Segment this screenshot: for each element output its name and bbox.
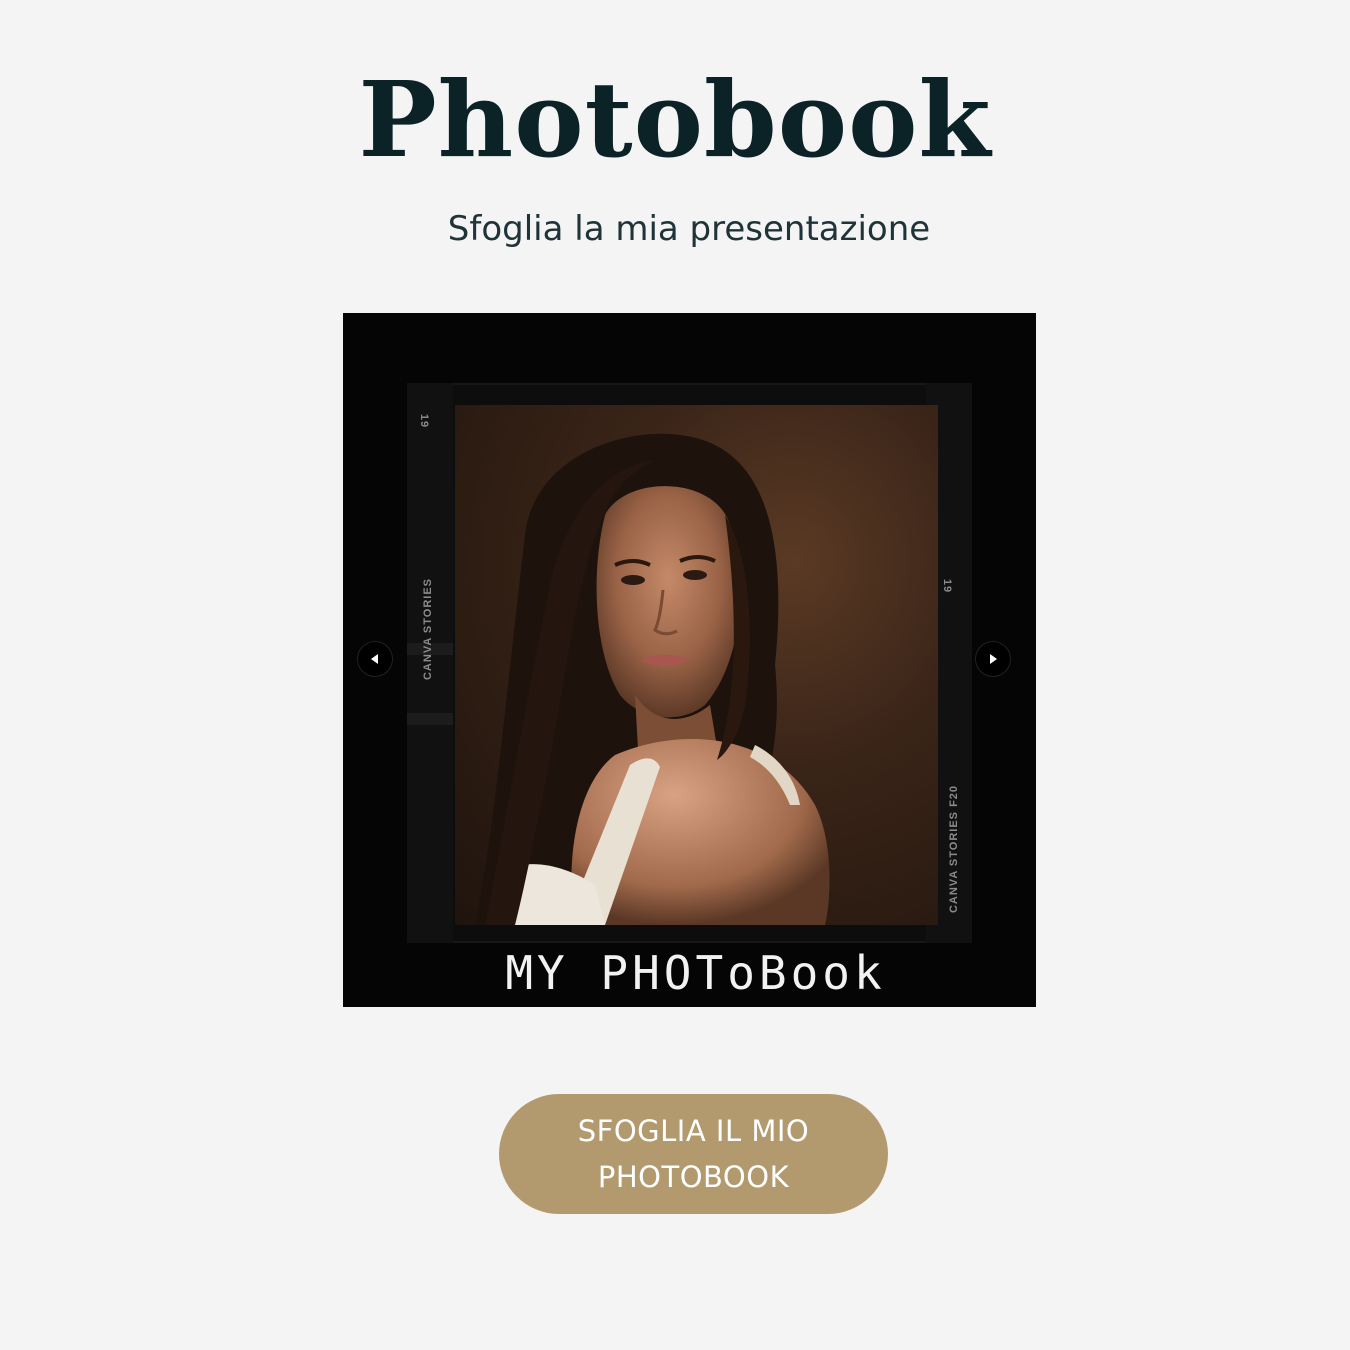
slide-caption: MY PHOToBook	[505, 946, 886, 1000]
film-frame-number-left: 19	[418, 413, 431, 429]
film-frame-number-right: 19	[941, 578, 954, 594]
film-brand-right: CANVA STORIES F20	[948, 784, 961, 914]
photobook-slideshow[interactable]: 19 CANVA STORIES 19 CANVA STORIES F20 MY…	[343, 313, 1036, 1007]
portrait-photo	[455, 405, 938, 925]
browse-photobook-button[interactable]: SFOGLIA IL MIO PHOTOBOOK	[499, 1094, 888, 1214]
film-brand-left: CANVA STORIES	[422, 577, 435, 681]
page-subtitle: Sfoglia la mia presentazione	[447, 209, 931, 249]
browse-photobook-label: SFOGLIA IL MIO PHOTOBOOK	[577, 1114, 810, 1194]
triangle-right-icon	[990, 654, 997, 664]
page-title: Photobook	[358, 58, 992, 181]
next-slide-button[interactable]	[975, 641, 1011, 677]
film-strip-left: 19 CANVA STORIES	[407, 383, 453, 943]
triangle-left-icon	[371, 654, 378, 664]
portrait-illustration	[475, 433, 830, 925]
film-tab	[407, 713, 453, 725]
previous-slide-button[interactable]	[357, 641, 393, 677]
